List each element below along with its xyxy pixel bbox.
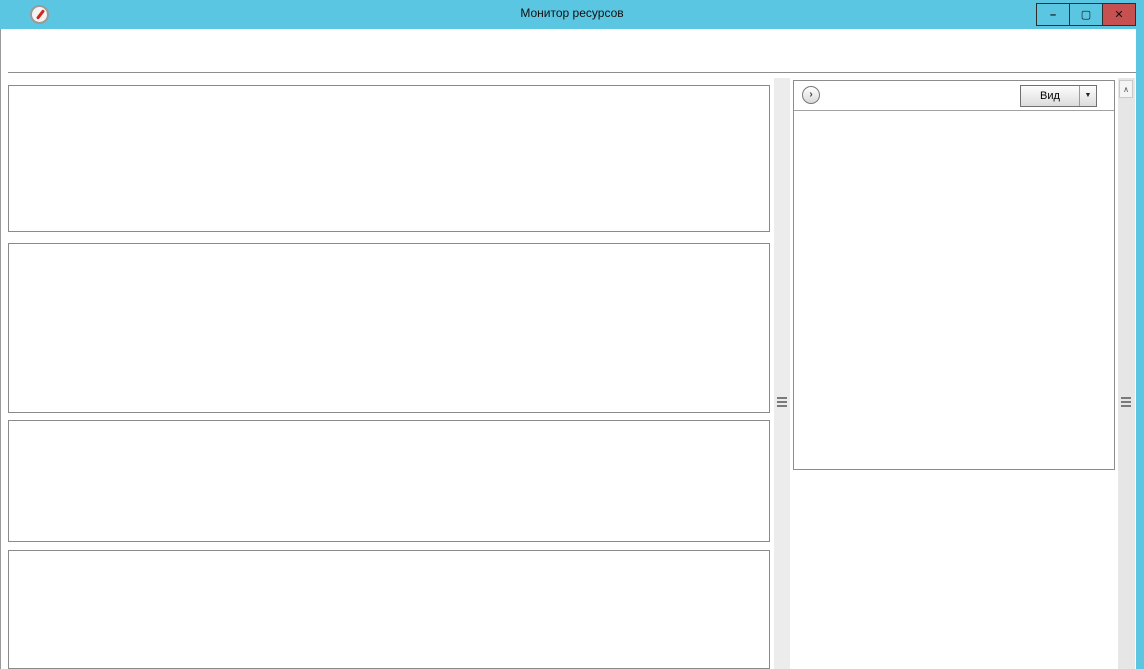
view-dropdown-button[interactable]: Вид ▼ xyxy=(1020,85,1097,107)
window-left-edge xyxy=(0,29,1,669)
window-right-border xyxy=(1136,29,1144,669)
view-dropdown-label: Вид xyxy=(1021,86,1079,106)
graphs-panel-header: › Вид ▼ xyxy=(794,81,1114,111)
tab-strip xyxy=(8,52,1136,73)
expand-panel-button chevron-right-icon[interactable]: › xyxy=(802,86,820,104)
menu-bar xyxy=(8,29,1136,52)
graphs-panel: › Вид ▼ xyxy=(793,80,1115,470)
close-button[interactable]: ✕ xyxy=(1102,3,1136,26)
title-bar: Монитор ресурсов – ▢ ✕ xyxy=(0,0,1144,29)
memory-section xyxy=(8,550,770,669)
right-scrollbar[interactable]: ∧ xyxy=(1118,78,1135,669)
splitter-grip-icon xyxy=(777,397,787,407)
disk-section xyxy=(8,243,770,413)
minimize-button[interactable]: – xyxy=(1036,3,1070,26)
scrollbar-grip-icon xyxy=(1121,397,1131,407)
panel-splitter[interactable] xyxy=(774,78,790,669)
graphs-list xyxy=(794,111,1114,117)
window-title: Монитор ресурсов xyxy=(0,6,1144,20)
dropdown-arrow-icon: ▼ xyxy=(1079,86,1096,106)
scroll-up-icon[interactable]: ∧ xyxy=(1119,80,1133,98)
network-section xyxy=(8,420,770,542)
maximize-button[interactable]: ▢ xyxy=(1069,3,1103,26)
cpu-section xyxy=(8,85,770,232)
